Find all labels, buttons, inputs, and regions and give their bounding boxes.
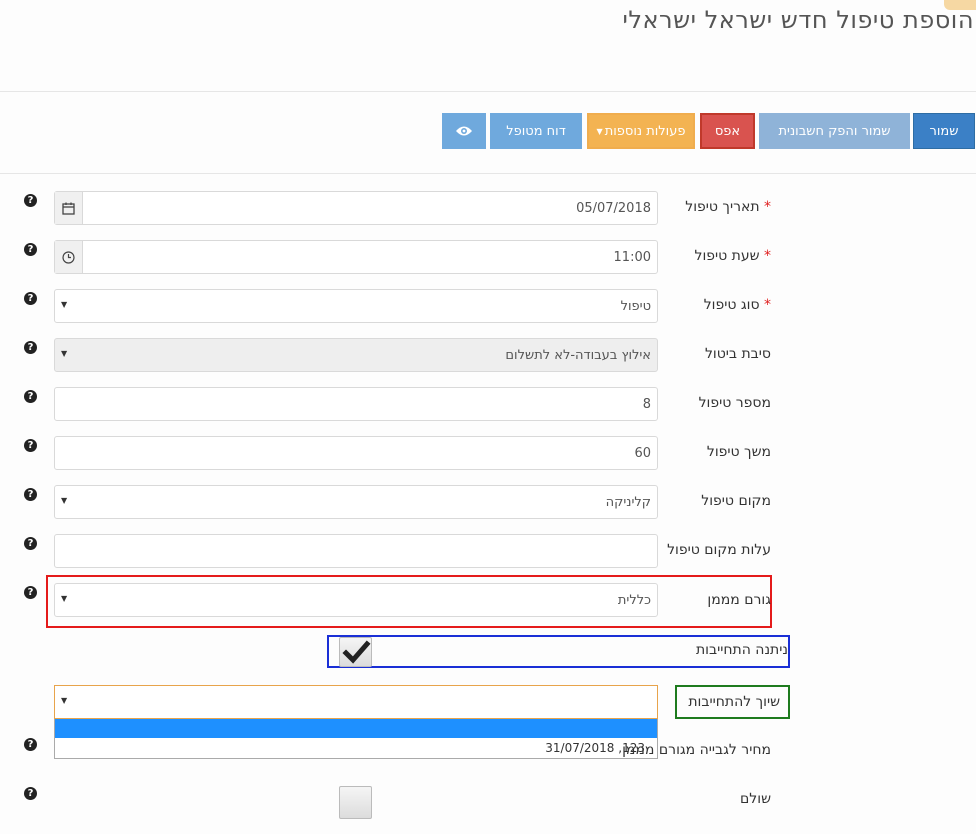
duration-value: 60	[634, 446, 651, 461]
more-actions-label: פעולות נוספות	[604, 123, 686, 139]
funder-value: כללית	[617, 593, 651, 608]
funder-price-label: מחיר לגבייה מגורם מממן	[622, 742, 771, 758]
page-title: הוספת טיפול חדש ישראל ישראלי	[622, 6, 974, 34]
type-value: טיפול	[620, 299, 651, 314]
clock-icon[interactable]	[55, 241, 83, 273]
time-field[interactable]: 11:00	[54, 240, 658, 274]
caret-down-icon: ▼	[596, 126, 603, 136]
funder-label: גורם מממן	[707, 592, 771, 608]
commitment-given-checkbox[interactable]	[339, 637, 372, 667]
help-icon[interactable]: ?	[24, 738, 37, 751]
help-icon[interactable]: ?	[24, 292, 37, 305]
help-icon[interactable]: ?	[24, 194, 37, 207]
eye-icon	[456, 126, 472, 136]
help-icon[interactable]: ?	[24, 488, 37, 501]
help-icon[interactable]: ?	[24, 341, 37, 354]
reset-button[interactable]: אפס	[700, 113, 755, 149]
checkmark-icon	[342, 640, 371, 664]
time-label: * שעת טיפול	[694, 248, 771, 264]
location-value: קליניקה	[605, 495, 651, 510]
duration-input[interactable]: 60	[54, 436, 658, 470]
date-label: * תאריך טיפול	[685, 199, 771, 215]
type-select[interactable]: ▼ טיפול	[54, 289, 658, 323]
dropdown-option-empty[interactable]	[55, 719, 657, 738]
cancel-reason-value: אילוץ בעבודה-לא לתשלום	[505, 348, 651, 363]
help-icon[interactable]: ?	[24, 537, 37, 550]
more-actions-button[interactable]: פעולות נוספות ▼	[587, 113, 695, 149]
cancel-reason-label: סיבת ביטול	[704, 346, 771, 362]
paid-checkbox[interactable]	[339, 786, 372, 819]
patient-report-button[interactable]: דוח מטופל	[490, 113, 582, 149]
commitment-link-label: שיוך להתחייבות	[688, 694, 780, 710]
funder-select[interactable]: ▼ כללית	[54, 583, 658, 617]
save-button[interactable]: שמור	[913, 113, 975, 149]
help-icon[interactable]: ?	[24, 787, 37, 800]
date-field[interactable]: 05/07/2018	[54, 191, 658, 225]
dropdown-arrow-icon: ▼	[61, 300, 68, 309]
location-cost-input[interactable]	[54, 534, 658, 568]
time-value: 11:00	[613, 250, 651, 265]
preview-button[interactable]	[442, 113, 486, 149]
help-icon[interactable]: ?	[24, 586, 37, 599]
help-icon[interactable]: ?	[24, 243, 37, 256]
save-and-invoice-button[interactable]: שמור והפק חשבונית	[759, 113, 910, 149]
commitment-link-options: 123, 31/07/2018	[54, 719, 658, 759]
commitment-given-label: ניתנה התחייבות	[695, 642, 788, 658]
dropdown-arrow-icon: ▼	[61, 594, 68, 603]
help-icon[interactable]: ?	[24, 390, 37, 403]
help-icon[interactable]: ?	[24, 439, 37, 452]
dropdown-arrow-icon: ▼	[61, 496, 68, 505]
calendar-icon[interactable]	[55, 192, 83, 224]
number-label: מספר טיפול	[698, 395, 771, 411]
paid-label: שולם	[740, 791, 771, 807]
commitment-link-select[interactable]: ▼	[54, 685, 658, 719]
number-input[interactable]: 8	[54, 387, 658, 421]
cancel-reason-select: ▼ אילוץ בעבודה-לא לתשלום	[54, 338, 658, 372]
divider	[0, 91, 976, 92]
location-label: מקום טיפול	[701, 493, 771, 509]
type-label: * סוג טיפול	[703, 297, 771, 313]
dropdown-arrow-icon: ▼	[61, 696, 68, 705]
location-select[interactable]: ▼ קליניקה	[54, 485, 658, 519]
date-value: 05/07/2018	[576, 201, 651, 216]
dropdown-arrow-icon: ▼	[61, 349, 68, 358]
duration-label: משך טיפול	[706, 444, 771, 460]
location-cost-label: עלות מקום טיפול	[667, 542, 771, 558]
divider	[0, 173, 976, 174]
number-value: 8	[642, 397, 651, 412]
